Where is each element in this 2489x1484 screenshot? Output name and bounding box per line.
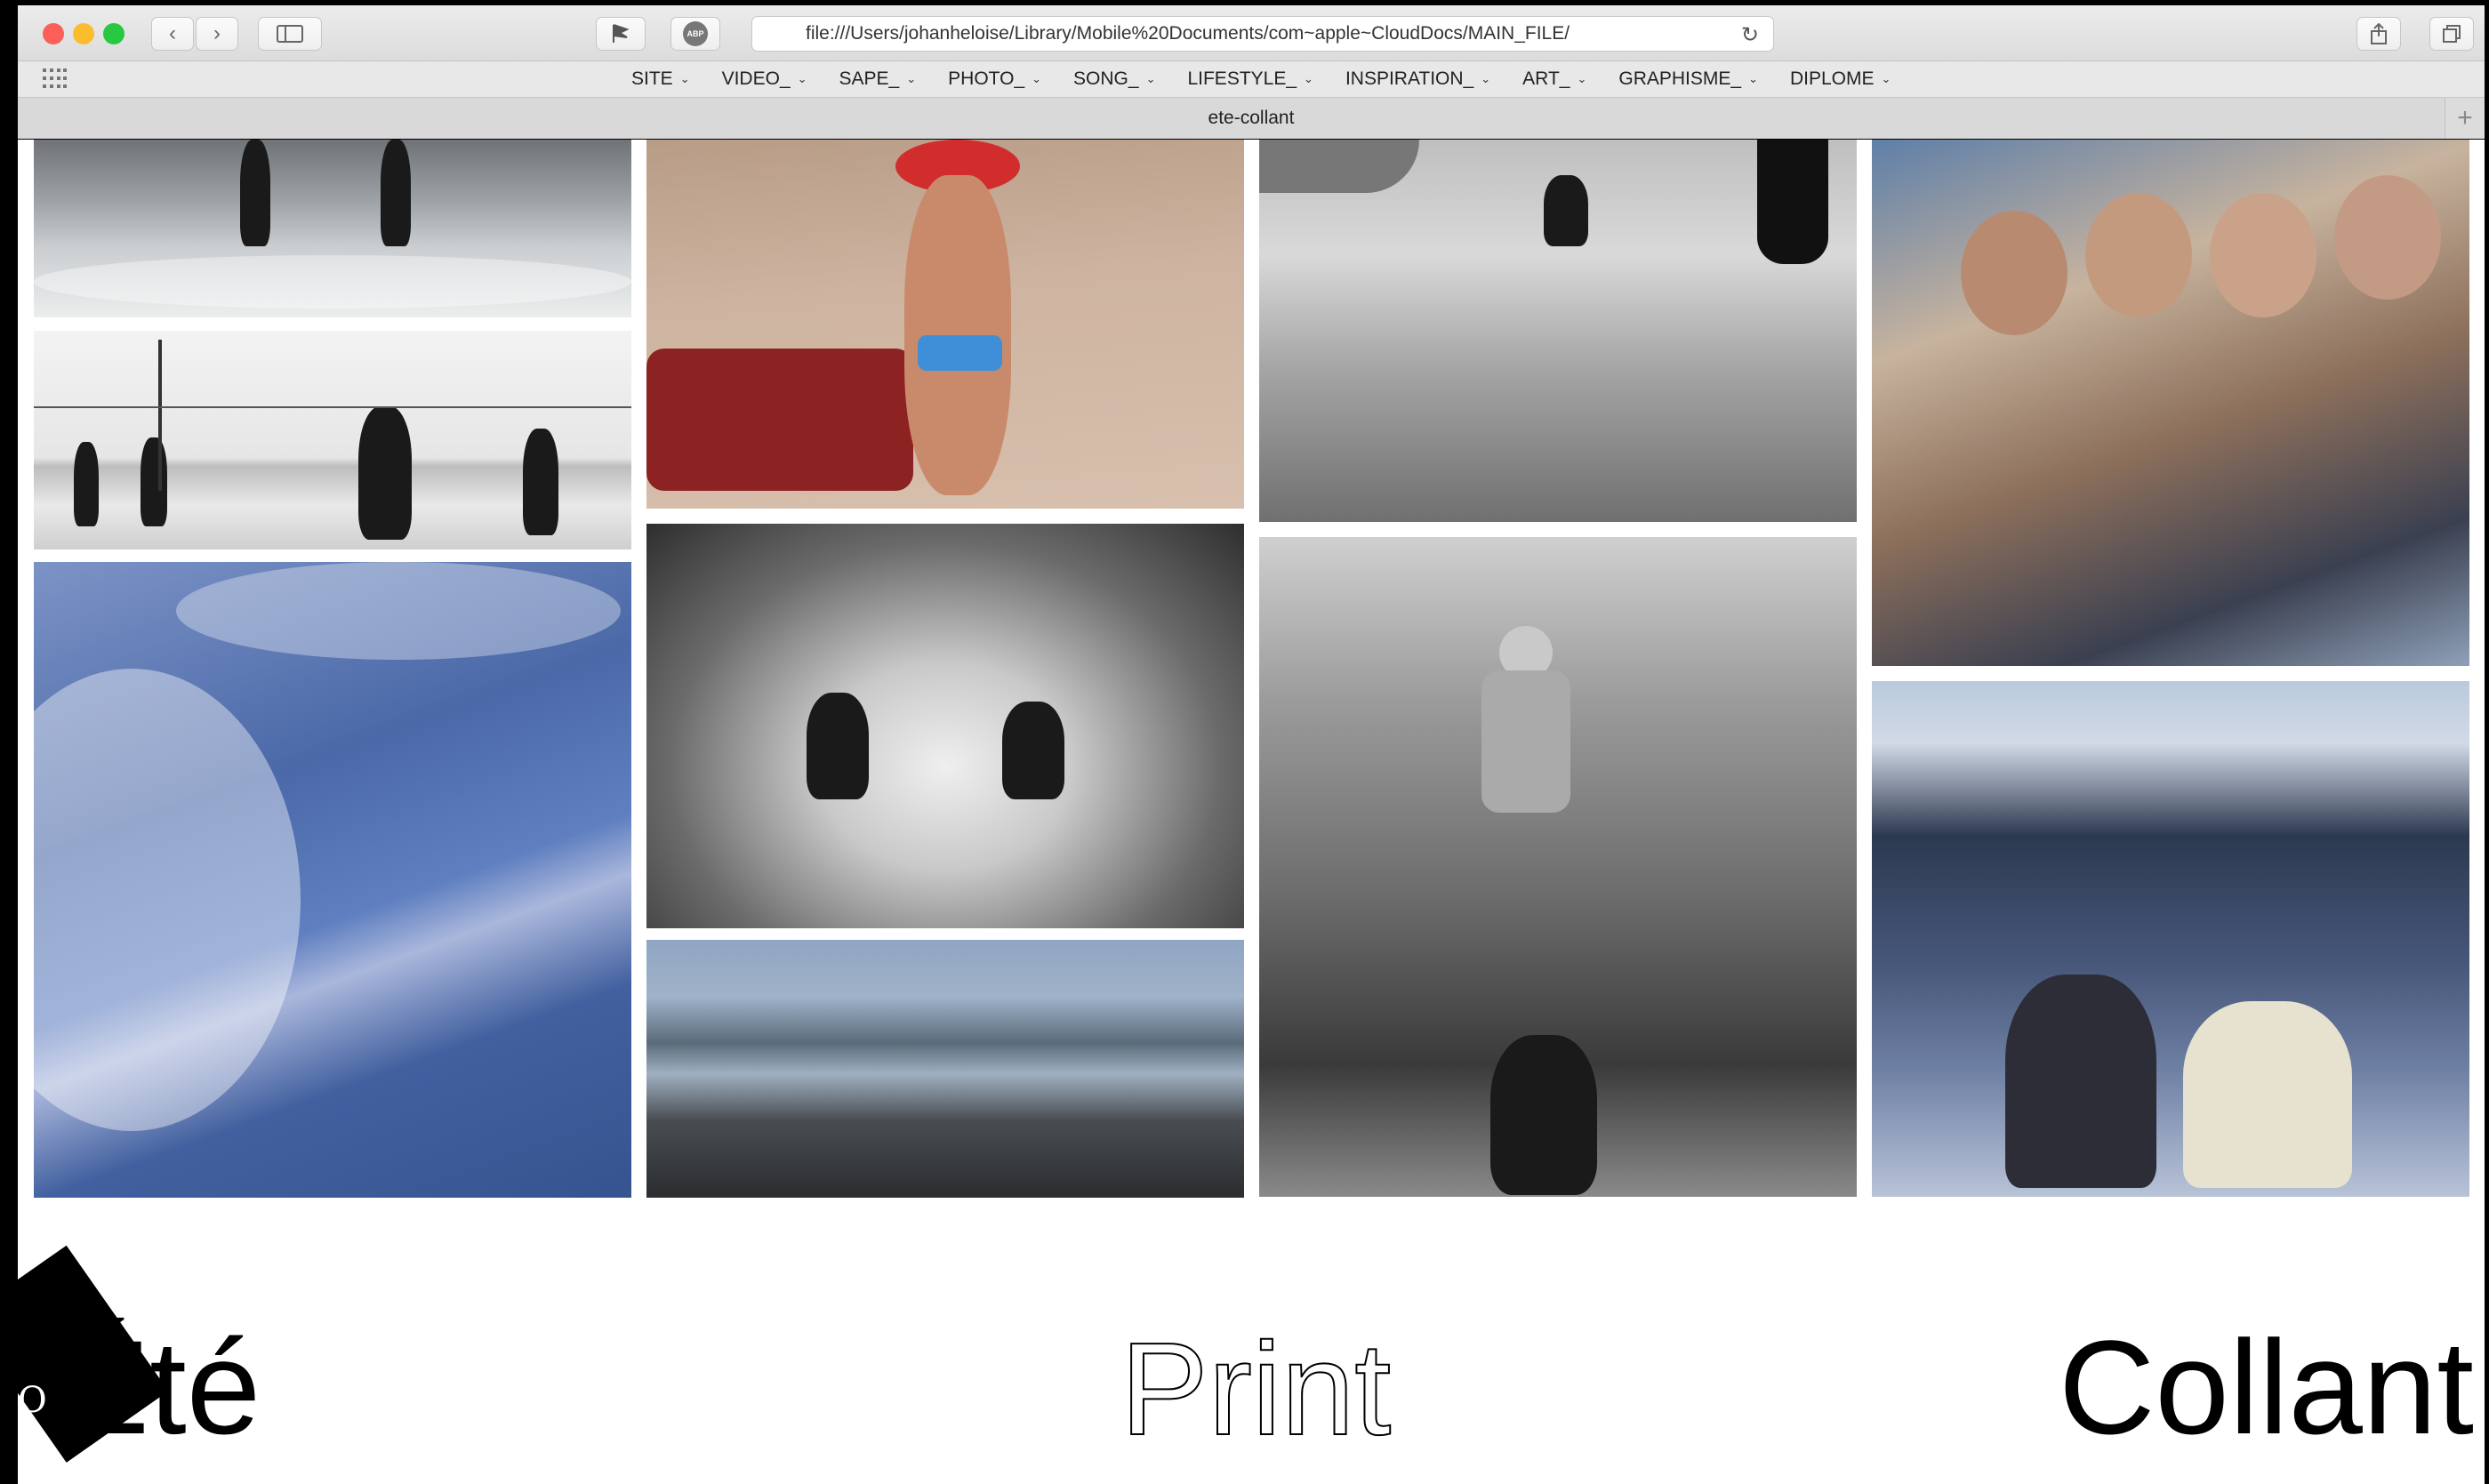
photo-legs-in-surf[interactable] (34, 140, 631, 317)
bookmarks-bar: SITE ⌄ VIDEO_ ⌄ SAPE_ ⌄ PHOTO_ ⌄ SONG_ ⌄ LIFE… (18, 61, 2485, 98)
chevron-down-icon: ⌄ (906, 72, 917, 85)
share-button[interactable] (2357, 17, 2401, 51)
tab-bar: ete-collant + (18, 98, 2485, 139)
sidebar-icon (277, 25, 303, 43)
chevron-down-icon: ⌄ (1481, 72, 1491, 85)
chevron-left-icon: ‹ (169, 21, 176, 45)
close-window-button[interactable] (43, 23, 64, 44)
chevron-down-icon: ⌄ (797, 72, 807, 85)
back-button[interactable]: ‹ (151, 17, 194, 51)
bookmark-site[interactable]: SITE ⌄ (631, 68, 690, 90)
chevron-down-icon: ⌄ (679, 72, 690, 85)
chevron-right-icon: › (213, 21, 221, 45)
chevron-down-icon: ⌄ (1577, 72, 1587, 85)
chevron-down-icon: ⌄ (1881, 72, 1891, 85)
share-icon (2371, 23, 2387, 44)
photo-swimmers-splash[interactable] (646, 524, 1244, 928)
bookmark-graphisme[interactable]: GRAPHISME_ ⌄ (1618, 68, 1758, 90)
corner-logo-mark: O (18, 1380, 47, 1421)
tabs-overview-icon (2443, 25, 2461, 43)
photo-children-on-rocks[interactable] (1872, 681, 2469, 1197)
photo-bikini-beach[interactable] (646, 140, 1244, 509)
photo-kids-acrobatics[interactable] (1259, 537, 1857, 1197)
bookmark-inspiration[interactable]: INSPIRATION_ ⌄ (1345, 68, 1490, 90)
bookmark-video[interactable]: VIDEO_ ⌄ (722, 68, 807, 90)
page-content: O Été Print Collant (18, 140, 2485, 1484)
chevron-down-icon: ⌄ (1304, 72, 1313, 85)
new-tab-button[interactable]: + (2445, 98, 2485, 139)
bookmark-diplome[interactable]: DIPLOME ⌄ (1790, 68, 1891, 90)
adblock-icon: ABP (683, 21, 708, 46)
browser-toolbar: ‹ › ABP file:///Users/johanheloise/Libra… (18, 5, 2485, 61)
photo-surfers-waves[interactable] (34, 562, 631, 1198)
minimize-window-button[interactable] (73, 23, 94, 44)
bookmark-song[interactable]: SONG_ ⌄ (1073, 68, 1155, 90)
bookmarks-list: SITE ⌄ VIDEO_ ⌄ SAPE_ ⌄ PHOTO_ ⌄ SONG_ ⌄ LIFE… (631, 61, 1891, 97)
photo-girls-on-boat[interactable] (1872, 140, 2469, 666)
extension-button[interactable] (596, 17, 646, 51)
photo-beach-umbrella[interactable] (1259, 140, 1857, 522)
sidebar-toggle-button[interactable] (258, 17, 322, 51)
page-title-print: Print (1120, 1316, 1392, 1463)
cursor-flag-icon (613, 24, 630, 43)
page-title-collant: Collant (2059, 1312, 2474, 1462)
show-tabs-button[interactable] (2429, 17, 2474, 51)
chevron-down-icon: ⌄ (1748, 72, 1758, 85)
bookmark-art[interactable]: ART_ ⌄ (1522, 68, 1586, 90)
address-bar[interactable]: file:///Users/johanheloise/Library/Mobil… (751, 16, 1774, 52)
chevron-down-icon: ⌄ (1032, 72, 1042, 85)
zoom-window-button[interactable] (103, 23, 124, 44)
chevron-down-icon: ⌄ (1145, 72, 1156, 85)
forward-button[interactable]: › (196, 17, 238, 51)
browser-window-chrome: ‹ › ABP file:///Users/johanheloise/Libra… (18, 5, 2485, 139)
apps-grid-icon[interactable] (43, 68, 68, 90)
bookmark-sape[interactable]: SAPE_ ⌄ (839, 68, 917, 90)
page-title-ete: Été (60, 1312, 261, 1462)
address-url: file:///Users/johanheloise/Library/Mobil… (806, 23, 1570, 44)
adblock-button[interactable]: ABP (670, 17, 720, 51)
bookmark-lifestyle[interactable]: LIFESTYLE_ ⌄ (1187, 68, 1313, 90)
bookmark-photo[interactable]: PHOTO_ ⌄ (948, 68, 1041, 90)
tab-ete-collant[interactable]: ete-collant (18, 108, 2485, 129)
photo-beach-volleyball[interactable] (34, 331, 631, 549)
reload-icon[interactable]: ↻ (1741, 22, 1759, 48)
photo-harbor-dock[interactable] (646, 940, 1244, 1198)
